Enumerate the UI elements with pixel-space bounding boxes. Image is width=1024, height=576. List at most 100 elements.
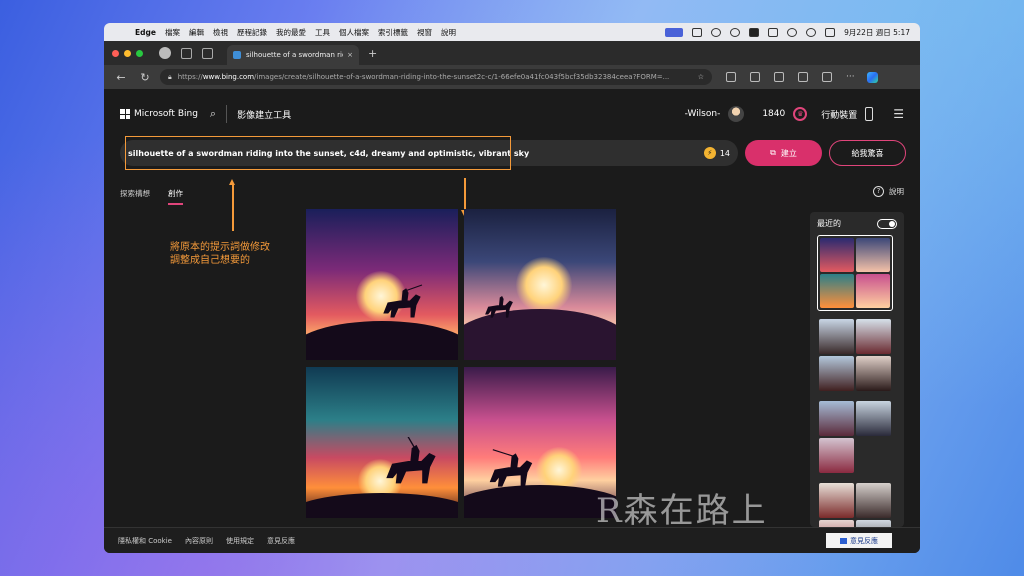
app-status-icon[interactable] [749, 27, 760, 37]
menu-item-profile[interactable]: 個人檔案 [339, 27, 369, 38]
annotation-text: 將原本的提示詞做修改 調整成自己想要的 [170, 241, 270, 267]
help-icon: ? [873, 186, 884, 197]
recent-header: 最近的 [817, 218, 897, 229]
maximize-window-button[interactable] [136, 49, 143, 57]
generated-image-3[interactable] [306, 367, 458, 518]
hamburger-menu-icon[interactable]: ☰ [893, 107, 904, 121]
copilot-icon[interactable] [866, 71, 878, 83]
minimize-window-button[interactable] [124, 49, 131, 57]
user-icon[interactable] [787, 27, 798, 37]
close-tab-icon[interactable]: × [347, 51, 353, 59]
url-prefix: https:// [177, 73, 203, 81]
menu-item-tabs[interactable]: 索引標籤 [378, 27, 408, 38]
annotation-arrow-up [229, 179, 235, 231]
tab-active[interactable]: silhouette of a swordman ridin × [227, 45, 359, 65]
recent-thumbnail[interactable] [817, 399, 893, 475]
url-field[interactable]: 🔒︎ https://www.bing.com/images/create/si… [160, 69, 712, 85]
rewards-icon[interactable]: ♛ [793, 107, 808, 121]
menu-item-tools[interactable]: 工具 [315, 27, 330, 38]
bing-image-creator-page: Microsoft Bing ⌕ 影像建立工具 -Wilson- 1840 ♛ … [104, 89, 920, 531]
tab-bar: silhouette of a swordman ridin × + [104, 41, 920, 65]
recent-thumbnail[interactable] [817, 481, 893, 527]
display-icon[interactable] [665, 27, 684, 37]
menubar-datetime[interactable]: 9月22日 週日 5:17 [844, 27, 910, 38]
extensions-icon[interactable] [726, 72, 736, 82]
control-center-icon[interactable] [825, 27, 836, 37]
workspaces-icon[interactable] [181, 47, 192, 59]
browser-essentials-icon[interactable] [822, 72, 832, 82]
surprise-me-button[interactable]: 給我驚喜 [829, 140, 906, 166]
page-header: Microsoft Bing ⌕ 影像建立工具 -Wilson- 1840 ♛ … [104, 89, 920, 139]
search-status-icon[interactable] [730, 27, 741, 37]
page-footer: 隱私權和 Cookie 內容原則 使用規定 意見反應 意見反應 [104, 527, 920, 553]
menu-item-help[interactable]: 說明 [441, 27, 456, 38]
header-right: -Wilson- 1840 ♛ 行動裝置 ☰ [685, 106, 904, 122]
boost-bolt-icon: ⚡ [703, 147, 716, 159]
microsoft-logo-icon [120, 109, 130, 119]
record-icon[interactable] [711, 27, 722, 37]
generated-image-4[interactable] [464, 367, 616, 518]
new-tab-icon[interactable]: + [368, 47, 377, 60]
macos-menubar: Edge 檔案 編輯 檢視 歷程記錄 我的最愛 工具 個人檔案 索引標籤 視窗 … [104, 23, 920, 41]
recent-title: 最近的 [817, 219, 841, 228]
generated-image-2[interactable] [464, 209, 616, 360]
annotation-line-2: 調整成自己想要的 [170, 255, 250, 266]
address-bar: ← ↻ 🔒︎ https://www.bing.com/images/creat… [104, 65, 920, 89]
recent-thumbnail[interactable] [817, 317, 893, 393]
rider-silhouette [489, 449, 533, 487]
recent-panel: 最近的 [810, 212, 904, 527]
footer-terms-link[interactable]: 使用規定 [226, 536, 254, 546]
feedback-button-label: 意見反應 [850, 536, 878, 545]
footer-content-policy-link[interactable]: 內容原則 [185, 536, 213, 546]
close-window-button[interactable] [112, 49, 119, 57]
annotation-highlight-box [125, 136, 511, 170]
menu-item-edit[interactable]: 編輯 [189, 27, 204, 38]
tab-creations[interactable]: 創作 [168, 188, 183, 205]
window-controls [112, 49, 143, 57]
menu-item-favorites[interactable]: 我的最愛 [276, 27, 306, 38]
feedback-button[interactable]: 意見反應 [826, 533, 892, 548]
profile-avatar[interactable] [159, 47, 171, 59]
rewards-points[interactable]: 1840 [762, 109, 785, 119]
menu-item-view[interactable]: 檢視 [213, 27, 228, 38]
split-screen-icon[interactable] [750, 72, 760, 82]
generated-image-1[interactable] [306, 209, 458, 360]
recent-thumbnail[interactable] [817, 235, 893, 311]
search-icon[interactable]: ⌕ [210, 107, 216, 121]
favorite-star-icon[interactable]: ☆ [698, 73, 704, 81]
footer-privacy-link[interactable]: 隱私權和 Cookie [118, 536, 172, 546]
rider-silhouette [386, 437, 436, 484]
help-label: 說明 [889, 187, 904, 196]
recent-toggle[interactable] [877, 218, 897, 229]
menu-item-window[interactable]: 視窗 [417, 27, 432, 38]
menu-item-file[interactable]: 檔案 [165, 27, 180, 38]
lock-icon[interactable]: 🔒︎ [168, 73, 172, 82]
sub-tabs: 探索構想 創作 [120, 188, 183, 205]
tab-explore[interactable]: 探索構想 [120, 188, 150, 205]
refresh-icon[interactable]: ↻ [138, 71, 152, 84]
more-icon[interactable]: ··· [846, 72, 855, 82]
page-title[interactable]: 影像建立工具 [237, 108, 291, 121]
battery-icon[interactable] [768, 27, 779, 37]
menu-item-history[interactable]: 歷程記錄 [237, 27, 267, 38]
create-button[interactable]: ⧉ 建立 [745, 140, 822, 166]
tab-title: silhouette of a swordman ridin [246, 51, 344, 59]
help-link[interactable]: ? 說明 [873, 186, 904, 197]
phone-icon[interactable] [865, 107, 874, 121]
back-icon[interactable]: ← [114, 71, 128, 84]
user-name[interactable]: -Wilson- [685, 109, 721, 119]
header-divider [226, 105, 228, 123]
footer-feedback-link[interactable]: 意見反應 [267, 536, 295, 546]
tab-actions-icon[interactable] [202, 47, 213, 59]
brand-name[interactable]: Microsoft Bing [134, 109, 198, 119]
wifi-icon[interactable] [806, 27, 817, 37]
favorites-icon[interactable] [774, 72, 784, 82]
window-icon[interactable] [692, 27, 703, 37]
collections-icon[interactable] [798, 72, 808, 82]
menu-app-name[interactable]: Edge [135, 28, 156, 37]
bing-favicon-icon [233, 51, 241, 59]
mobile-link[interactable]: 行動裝置 [821, 108, 857, 121]
browser-window: silhouette of a swordman ridin × + ← ↻ 🔒… [104, 41, 920, 553]
annotation-arrow-down [461, 178, 467, 216]
user-avatar[interactable] [728, 106, 745, 122]
